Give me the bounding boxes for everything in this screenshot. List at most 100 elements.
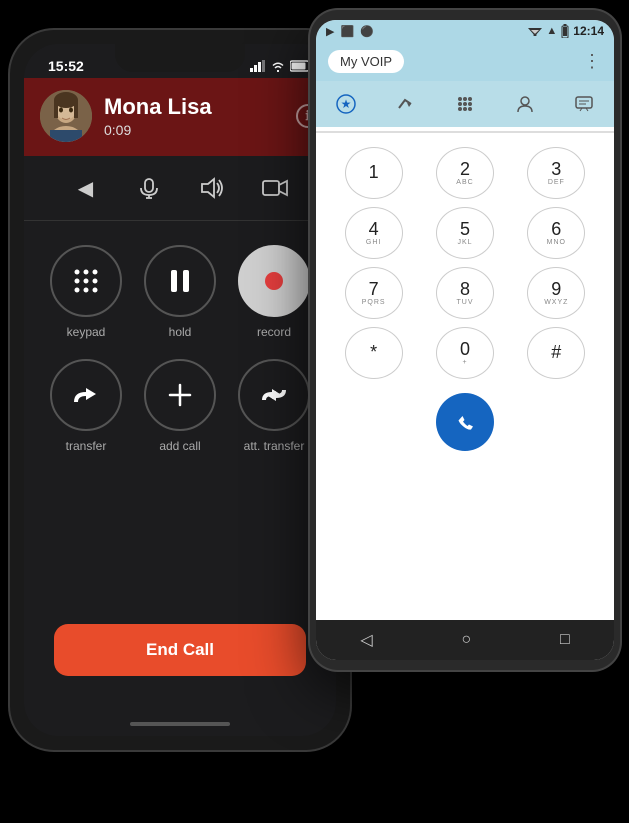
dial-letters-2: ABC <box>456 179 473 186</box>
add-call-button[interactable] <box>144 359 216 431</box>
att-transfer-button[interactable] <box>238 359 310 431</box>
svg-text:★: ★ <box>340 97 351 111</box>
add-call-action[interactable]: add call <box>138 359 222 453</box>
keypad-button[interactable] <box>50 245 122 317</box>
record-dot <box>265 272 283 290</box>
battery-icon <box>290 60 312 72</box>
dialpad-row-4: * 0 + # <box>332 327 598 379</box>
avatar <box>40 90 92 142</box>
dial-num-9: 9 <box>551 280 561 300</box>
dial-key-3[interactable]: 3 DEF <box>527 147 585 199</box>
dial-key-hash[interactable]: # <box>527 327 585 379</box>
dial-key-4[interactable]: 4 GHI <box>345 207 403 259</box>
dial-letters-7: PQRS <box>362 299 386 306</box>
dial-key-9[interactable]: 9 WXYZ <box>527 267 585 319</box>
dial-letters-3: DEF <box>548 179 565 186</box>
att-transfer-label: att. transfer <box>244 439 305 453</box>
dial-num-star: * <box>370 343 377 363</box>
transfer-label: transfer <box>66 439 107 453</box>
dial-num-5: 5 <box>460 220 470 240</box>
wifi-icon <box>271 60 285 72</box>
mute-icon[interactable] <box>131 170 167 206</box>
att-transfer-action[interactable]: att. transfer <box>232 359 316 453</box>
android-back-button[interactable]: ◁ <box>360 630 372 650</box>
android-status-left: ▶ ⬛ ⚫ <box>326 25 374 38</box>
iphone-device: 15:52 <box>10 30 350 750</box>
video-icon[interactable] <box>257 170 293 206</box>
caller-info-bar: Mona Lisa 0:09 ℹ <box>24 78 336 156</box>
hold-button[interactable] <box>144 245 216 317</box>
end-call-button[interactable]: End Call <box>54 624 306 676</box>
android-recents-button[interactable]: □ <box>560 631 570 649</box>
record-button[interactable] <box>238 245 310 317</box>
dial-num-4: 4 <box>369 220 379 240</box>
dial-key-1[interactable]: 1 <box>345 147 403 199</box>
tab-recent[interactable] <box>385 89 425 119</box>
android-call-row <box>332 387 598 461</box>
android-status-icon1: ▶ <box>326 25 334 38</box>
android-status-bar: ▶ ⬛ ⚫ ▲ 12:14 <box>316 20 614 42</box>
speaker-icon[interactable] <box>194 170 230 206</box>
dial-key-star[interactable]: * <box>345 327 403 379</box>
dial-key-2[interactable]: 2 ABC <box>436 147 494 199</box>
dial-num-8: 8 <box>460 280 470 300</box>
home-bar <box>130 722 230 726</box>
call-duration: 0:09 <box>104 122 284 138</box>
call-controls-row: ◀ <box>24 156 336 221</box>
dial-key-6[interactable]: 6 MNO <box>527 207 585 259</box>
keypad-action[interactable]: keypad <box>44 245 128 339</box>
hold-label: hold <box>169 325 192 339</box>
android-time: 12:14 <box>573 24 604 38</box>
record-label: record <box>257 325 291 339</box>
dial-key-8[interactable]: 8 TUV <box>436 267 494 319</box>
divider <box>316 131 614 133</box>
iphone-status-icons <box>250 60 312 72</box>
android-device: ▶ ⬛ ⚫ ▲ 12:14 <box>310 10 620 670</box>
more-options-button[interactable]: ⋮ <box>583 51 602 72</box>
tab-dialpad[interactable] <box>445 89 485 119</box>
tab-contacts[interactable] <box>505 89 545 119</box>
dialpad-row-3: 7 PQRS 8 TUV 9 WXYZ <box>332 267 598 319</box>
dial-letters-8: TUV <box>456 299 473 306</box>
android-status-icon2: ⬛ <box>340 25 354 38</box>
dial-letters-6: MNO <box>547 239 566 246</box>
android-tabs: ★ <box>316 81 614 127</box>
android-appbar: My VOIP ⋮ <box>316 42 614 81</box>
tab-messages[interactable] <box>564 89 604 119</box>
keypad-label: keypad <box>67 325 106 339</box>
caller-details: Mona Lisa 0:09 <box>104 94 284 138</box>
dial-key-0[interactable]: 0 + <box>436 327 494 379</box>
dial-letters-5: JKL <box>457 239 472 246</box>
android-wifi-icon <box>528 26 542 36</box>
dialpad-row-1: 1 2 ABC 3 DEF <box>332 147 598 199</box>
android-screen: ▶ ⬛ ⚫ ▲ 12:14 <box>316 20 614 660</box>
android-home-button[interactable]: ○ <box>461 631 471 649</box>
dialpad-row-2: 4 GHI 5 JKL 6 MNO <box>332 207 598 259</box>
iphone-time: 15:52 <box>48 58 84 74</box>
dial-num-hash: # <box>551 343 561 363</box>
signal-icon <box>250 60 266 72</box>
dial-key-7[interactable]: 7 PQRS <box>345 267 403 319</box>
dial-letters-4: GHI <box>366 239 381 246</box>
android-call-button[interactable] <box>436 393 494 451</box>
add-call-label: add call <box>159 439 200 453</box>
iphone-notch <box>115 44 245 72</box>
tab-favorites[interactable]: ★ <box>326 89 366 119</box>
transfer-action[interactable]: transfer <box>44 359 128 453</box>
dial-num-0: 0 <box>460 340 470 360</box>
android-navbar: ◁ ○ □ <box>316 620 614 660</box>
dial-num-1: 1 <box>369 163 379 183</box>
dial-num-2: 2 <box>460 160 470 180</box>
dialpad: 1 2 ABC 3 DEF 4 GHI 5 <box>316 137 614 620</box>
dial-letters-9: WXYZ <box>544 299 568 306</box>
android-signal-icon: ▲ <box>546 25 557 37</box>
transfer-button[interactable] <box>50 359 122 431</box>
dial-key-5[interactable]: 5 JKL <box>436 207 494 259</box>
back-icon[interactable]: ◀ <box>68 170 104 206</box>
dial-num-7: 7 <box>369 280 379 300</box>
hold-action[interactable]: hold <box>138 245 222 339</box>
dial-letters-0: + <box>462 359 467 366</box>
record-action[interactable]: record <box>232 245 316 339</box>
iphone-screen: 15:52 <box>24 44 336 736</box>
android-battery-icon <box>561 24 569 38</box>
